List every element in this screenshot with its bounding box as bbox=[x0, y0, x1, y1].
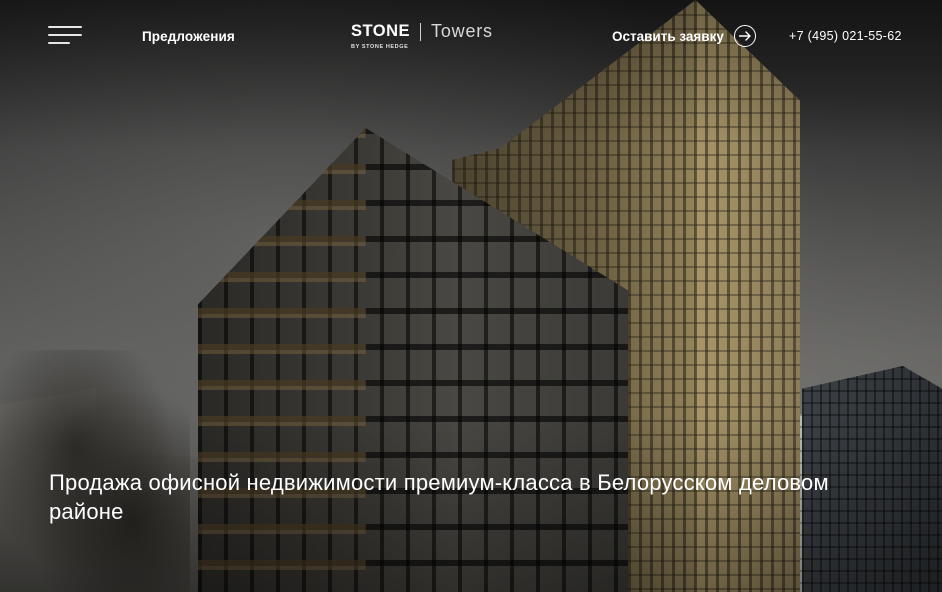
logo-divider bbox=[420, 23, 422, 41]
phone-link[interactable]: +7 (495) 021-55-62 bbox=[789, 29, 902, 43]
hamburger-menu-icon[interactable] bbox=[48, 24, 84, 46]
request-button[interactable]: Оставить заявку bbox=[612, 25, 756, 47]
logo-sub-text: Towers bbox=[431, 21, 493, 41]
logo-tagline: BY STONE HEDGE bbox=[351, 44, 409, 50]
request-button-label: Оставить заявку bbox=[612, 28, 724, 44]
hero-title: Продажа офисной недвижимости премиум-кла… bbox=[49, 470, 829, 524]
logo-main-text: STONE bbox=[351, 22, 411, 40]
logo[interactable]: STONE Towers BY STONE HEDGE bbox=[351, 21, 493, 54]
site-header: Предложения STONE Towers BY STONE HEDGE О… bbox=[0, 0, 942, 72]
menu-line bbox=[48, 42, 70, 44]
nav-link-offers[interactable]: Предложения bbox=[142, 29, 235, 44]
menu-line bbox=[48, 34, 82, 36]
menu-line bbox=[48, 26, 82, 28]
arrow-right-circle-icon bbox=[733, 25, 756, 47]
